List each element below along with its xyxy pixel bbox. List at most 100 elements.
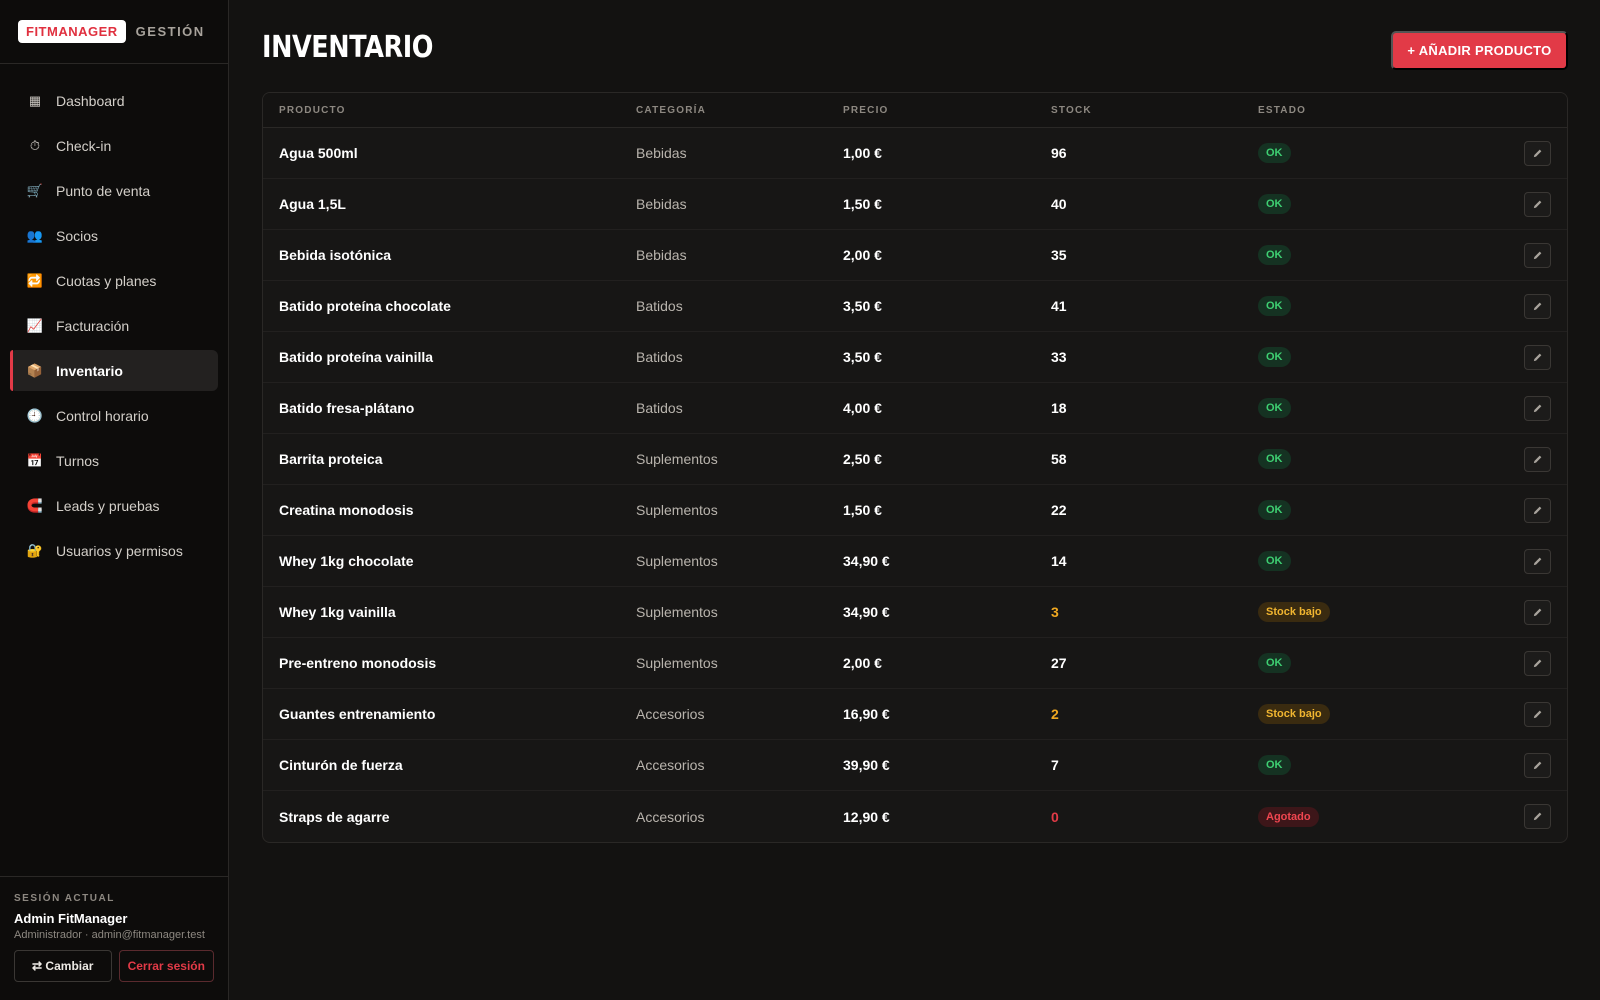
pencil-icon: [1533, 761, 1542, 769]
sidebar-item-punto-de-venta[interactable]: 🛒 Punto de venta: [10, 170, 218, 211]
sidebar-item-leads-y-pruebas[interactable]: 🧲 Leads y pruebas: [10, 485, 218, 526]
table-row[interactable]: Guantes entrenamiento Accesorios 16,90 € 2 S…: [263, 689, 1567, 740]
table-row[interactable]: Agua 500ml Bebidas 1,00 € 96 OK: [263, 128, 1567, 179]
sidebar-item-label: Punto de venta: [56, 182, 151, 199]
cell-product: Pre-entreno monodosis: [279, 655, 437, 671]
cell-category: Suplementos: [636, 604, 718, 620]
table-row[interactable]: Straps de agarre Accesorios 12,90 € 0 Agotad…: [263, 791, 1567, 842]
edit-button[interactable]: [1524, 293, 1551, 319]
cell-category: Suplementos: [636, 655, 718, 671]
status-badge: OK: [1258, 143, 1291, 163]
column-header-price[interactable]: PRECIO: [843, 105, 1051, 116]
sidebar-item-check-in[interactable]: ⏱ Check-in: [10, 125, 218, 166]
sidebar-item-label: Usuarios y permisos: [56, 542, 183, 559]
table-row[interactable]: Agua 1,5L Bebidas 1,50 € 40 OK: [263, 179, 1567, 230]
cell-category: Suplementos: [636, 502, 718, 518]
edit-button[interactable]: [1524, 395, 1551, 421]
table-row[interactable]: Barrita proteica Suplementos 2,50 € 58 OK: [263, 434, 1567, 485]
sidebar-item-control-horario[interactable]: 🕘 Control horario: [10, 395, 218, 436]
cell-category: Suplementos: [636, 553, 718, 569]
edit-button[interactable]: [1524, 191, 1551, 217]
table-row[interactable]: Whey 1kg vainilla Suplementos 34,90 € 3 Stoc…: [263, 587, 1567, 638]
edit-button[interactable]: [1524, 242, 1551, 268]
cell-price: 39,90 €: [843, 757, 890, 773]
cell-category: Bebidas: [636, 145, 687, 161]
table-row[interactable]: Batido fresa-plátano Batidos 4,00 € 18 OK: [263, 383, 1567, 434]
edit-button[interactable]: [1524, 446, 1551, 472]
cell-stock: 96: [1051, 145, 1067, 161]
pencil-icon: [1533, 455, 1542, 463]
cell-stock: 35: [1051, 247, 1067, 263]
session-panel: SESIÓN ACTUAL Admin FitManager Administr…: [0, 876, 228, 1000]
column-header-category[interactable]: CATEGORÍA: [636, 105, 843, 116]
clock-icon: 🕘: [26, 407, 44, 423]
sidebar-item-inventario[interactable]: 📦 Inventario: [10, 350, 218, 391]
pencil-icon: [1533, 404, 1542, 412]
edit-button[interactable]: [1524, 344, 1551, 370]
table-row[interactable]: Whey 1kg chocolate Suplementos 34,90 € 14 OK: [263, 536, 1567, 587]
cell-category: Batidos: [636, 349, 683, 365]
sidebar-item-facturacion[interactable]: 📈 Facturación: [10, 305, 218, 346]
cell-product: Straps de agarre: [279, 808, 390, 825]
lock-icon: 🔐: [26, 542, 44, 558]
sidebar-item-cuotas-y-planes[interactable]: 🔁 Cuotas y planes: [10, 260, 218, 301]
cell-price: 2,00 €: [843, 655, 882, 671]
inventory-table: PRODUCTO CATEGORÍA PRECIO STOCK ESTADO A…: [262, 92, 1568, 843]
cell-category: Suplementos: [636, 451, 718, 467]
table-row[interactable]: Bebida isotónica Bebidas 2,00 € 35 OK: [263, 230, 1567, 281]
cell-category: Accesorios: [636, 808, 705, 825]
edit-button[interactable]: [1524, 650, 1551, 676]
cell-price: 2,00 €: [843, 247, 882, 263]
pencil-icon: [1533, 506, 1542, 514]
pencil-icon: [1533, 149, 1542, 157]
brand-subtitle: GESTIÓN: [135, 24, 205, 39]
edit-button[interactable]: [1524, 140, 1551, 166]
edit-button[interactable]: [1524, 599, 1551, 625]
column-header-stock[interactable]: STOCK: [1051, 105, 1258, 116]
edit-button[interactable]: [1524, 701, 1551, 727]
table-row[interactable]: Cinturón de fuerza Accesorios 39,90 € 7 OK: [263, 740, 1567, 791]
cell-category: Accesorios: [636, 757, 705, 773]
brand: FITMANAGER GESTIÓN: [0, 0, 228, 64]
cell-product: Batido fresa-plátano: [279, 400, 415, 416]
switch-user-button[interactable]: ⇄ Cambiar: [14, 950, 112, 982]
cell-product: Guantes entrenamiento: [279, 706, 436, 722]
cell-stock: 7: [1051, 757, 1059, 773]
page-title: INVENTARIO: [262, 30, 434, 65]
cell-category: Bebidas: [636, 247, 687, 263]
table-row[interactable]: Batido proteína vainilla Batidos 3,50 € 33 O…: [263, 332, 1567, 383]
table-row[interactable]: Pre-entreno monodosis Suplementos 2,00 € 27…: [263, 638, 1567, 689]
sidebar-item-turnos[interactable]: 📅 Turnos: [10, 440, 218, 481]
table-body: Agua 500ml Bebidas 1,00 € 96 OK Agua 1,5L Bebi…: [263, 128, 1567, 842]
session-label: SESIÓN ACTUAL: [14, 893, 115, 904]
column-header-product[interactable]: PRODUCTO: [263, 105, 636, 116]
table-row[interactable]: Batido proteína chocolate Batidos 3,50 € 41…: [263, 281, 1567, 332]
sidebar: FITMANAGER GESTIÓN ▦ Dashboard ⏱ Check-in 🛒 P…: [0, 0, 229, 1000]
sidebar-item-usuarios-y-permisos[interactable]: 🔐 Usuarios y permisos: [10, 530, 218, 571]
cell-product: Whey 1kg vainilla: [279, 604, 396, 620]
calendar-icon: 📅: [26, 452, 44, 468]
status-badge: Agotado: [1258, 806, 1319, 827]
table-row[interactable]: Creatina monodosis Suplementos 1,50 € 22 OK: [263, 485, 1567, 536]
pencil-icon: [1533, 251, 1542, 259]
cell-stock: 40: [1051, 196, 1067, 212]
status-badge: OK: [1258, 347, 1291, 367]
logout-button[interactable]: Cerrar sesión: [118, 950, 214, 982]
edit-button[interactable]: [1524, 804, 1551, 829]
edit-button[interactable]: [1524, 752, 1551, 778]
sidebar-item-socios[interactable]: 👥 Socios: [10, 215, 218, 256]
edit-button[interactable]: [1524, 497, 1551, 523]
cell-product: Bebida isotónica: [279, 247, 392, 263]
cell-price: 4,00 €: [843, 400, 882, 416]
edit-button[interactable]: [1524, 548, 1551, 574]
brand-logo[interactable]: FITMANAGER: [18, 20, 126, 43]
sidebar-item-dashboard[interactable]: ▦ Dashboard: [10, 80, 218, 121]
cell-product: Whey 1kg chocolate: [279, 553, 414, 569]
status-badge: OK: [1258, 398, 1291, 418]
add-product-button[interactable]: + AÑADIR PRODUCTO: [1391, 31, 1568, 70]
status-badge: OK: [1258, 551, 1291, 571]
pencil-icon: [1533, 710, 1542, 718]
status-badge: OK: [1258, 194, 1291, 214]
column-header-status[interactable]: ESTADO: [1258, 105, 1488, 116]
cell-price: 3,50 €: [843, 349, 882, 365]
